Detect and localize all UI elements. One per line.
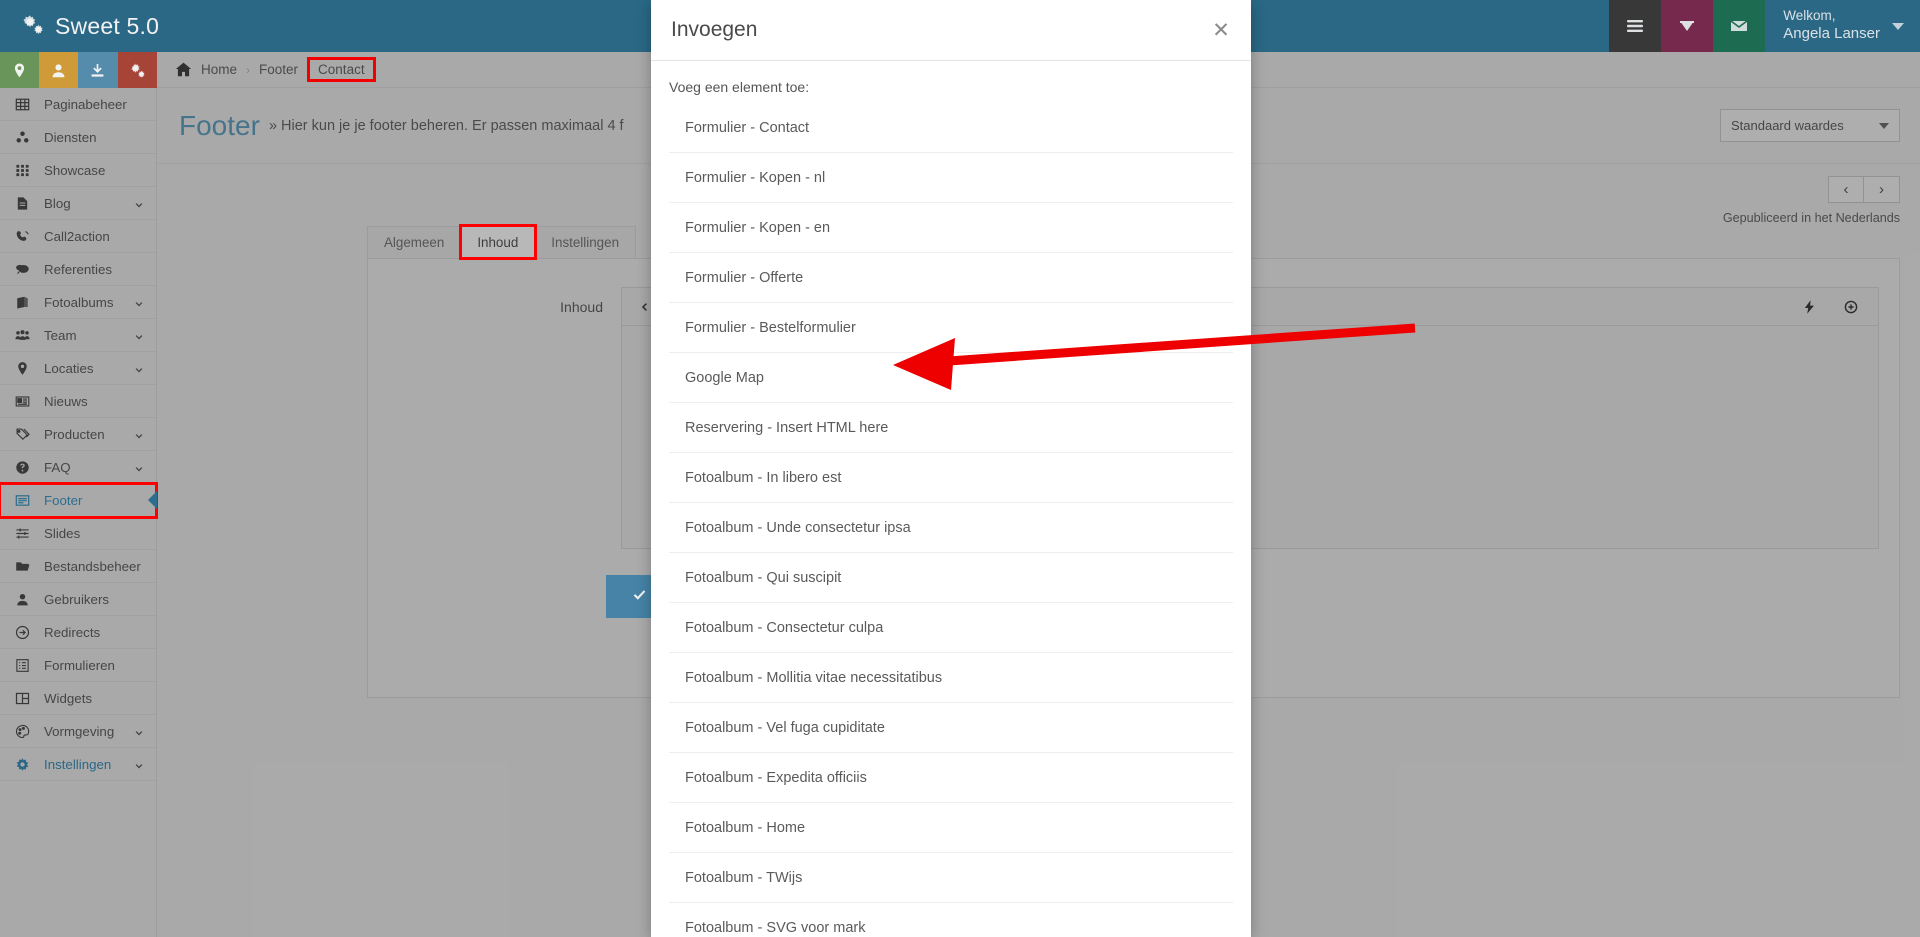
close-icon[interactable]: ✕ — [1209, 18, 1233, 42]
list-item[interactable]: Formulier - Bestelformulier — [669, 304, 1233, 353]
list-item[interactable]: Fotoalbum - Qui suscipit — [669, 554, 1233, 603]
list-item[interactable]: Fotoalbum - Home — [669, 804, 1233, 853]
app-root: Sweet 5.0 Welkom, Angela Lanser Paginabe… — [0, 0, 1920, 937]
modal-title: Invoegen — [671, 17, 758, 41]
modal-header: Invoegen ✕ — [651, 0, 1251, 61]
list-item[interactable]: Fotoalbum - Vel fuga cupiditate — [669, 704, 1233, 753]
footer-icon — [14, 492, 31, 509]
list-item[interactable]: Fotoalbum - Expedita officiis — [669, 754, 1233, 803]
list-item[interactable]: Fotoalbum - SVG voor mark — [669, 904, 1233, 937]
modal-body: Voeg een element toe: Formulier - Contac… — [651, 61, 1251, 937]
list-item[interactable]: Formulier - Kopen - en — [669, 204, 1233, 253]
list-item[interactable]: Formulier - Contact — [669, 104, 1233, 153]
list-item[interactable]: Formulier - Offerte — [669, 254, 1233, 303]
sidebar-item-label: Footer — [44, 492, 83, 508]
list-item[interactable]: Fotoalbum - Mollitia vitae necessitatibu… — [669, 654, 1233, 703]
list-item[interactable]: Fotoalbum - Unde consectetur ipsa — [669, 504, 1233, 553]
list-item[interactable]: Fotoalbum - Consectetur culpa — [669, 604, 1233, 653]
list-item-google-map[interactable]: Google Map — [669, 354, 1233, 403]
list-item[interactable]: Fotoalbum - TWijs — [669, 854, 1233, 903]
element-list: Formulier - Contact Formulier - Kopen - … — [669, 104, 1233, 937]
list-item[interactable]: Fotoalbum - In libero est — [669, 454, 1233, 503]
sidebar-item-footer[interactable]: Footer — [0, 482, 158, 519]
list-item[interactable]: Formulier - Kopen - nl — [669, 154, 1233, 203]
modal-hint: Voeg een element toe: — [669, 78, 810, 95]
tab-inhoud[interactable]: Inhoud — [459, 224, 538, 260]
list-item[interactable]: Reservering - Insert HTML here — [669, 404, 1233, 453]
invoegen-modal: Invoegen ✕ Voeg een element toe: Formuli… — [651, 0, 1251, 937]
